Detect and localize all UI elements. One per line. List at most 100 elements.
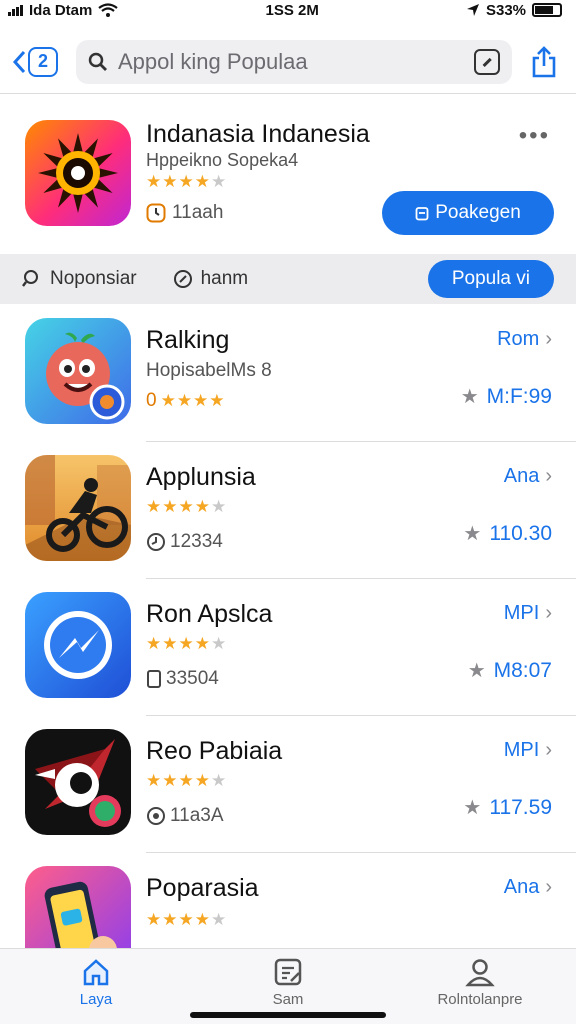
- app-link-label: Rom: [497, 328, 540, 350]
- app-link-label: MPI: [503, 602, 540, 624]
- app-link[interactable]: Ana ›: [504, 465, 552, 488]
- status-left: Ida Dtam: [8, 1, 119, 19]
- app-price: ★ 117.59: [463, 795, 552, 820]
- app-meta-text: 12334: [170, 531, 223, 552]
- rating-stars: ★★★★★: [146, 910, 228, 929]
- filter-item-2-label: hanm: [200, 268, 249, 289]
- app-meta: 12334: [146, 531, 223, 553]
- search-icon: [88, 52, 107, 71]
- rating-stars: ★★★★: [160, 391, 226, 410]
- share-button[interactable]: [524, 42, 564, 82]
- app-icon-reo-pabiaia[interactable]: [25, 729, 131, 835]
- rating-stars: ★★★★★: [146, 497, 228, 516]
- scan-icon[interactable]: [474, 48, 500, 75]
- back-button[interactable]: 2: [12, 42, 64, 82]
- search-row: 2 Appol king Populaa: [0, 30, 576, 94]
- app-meta: 33504: [146, 668, 219, 690]
- clock-icon: [146, 203, 166, 223]
- list-item[interactable]: Applunsia ★★★★★ 12334 Ana › ★ 110.30: [0, 441, 576, 579]
- search-icon: [22, 270, 38, 287]
- app-link[interactable]: Ana ›: [504, 876, 552, 899]
- filter-item-1-label: Noponsiar: [50, 268, 137, 289]
- filter-item-2[interactable]: hanm: [173, 268, 249, 290]
- person-icon: [465, 959, 495, 987]
- app-link[interactable]: MPI ›: [504, 739, 552, 762]
- chevron-right-icon: ›: [545, 739, 552, 761]
- filter-bar: Noponsiar hanm Popula vi: [0, 254, 576, 304]
- app-link[interactable]: MPI ›: [504, 602, 552, 625]
- location-icon: [466, 4, 479, 16]
- app-subtitle: HopisabelMs 8: [146, 360, 272, 381]
- featured-app-title: Indanasia Indanesia: [146, 120, 370, 148]
- app-price-value: M8:07: [493, 658, 552, 682]
- rating-stars: ★★★★★: [146, 771, 228, 790]
- app-price-value: 117.59: [489, 795, 552, 819]
- wifi-icon: [98, 3, 119, 17]
- bag-icon: [415, 207, 429, 221]
- featured-rating-stars: ★★★★★: [146, 172, 228, 191]
- star-icon: ★: [463, 797, 482, 819]
- chevron-right-icon: ›: [545, 876, 552, 898]
- app-meta: 11a3A: [146, 805, 224, 827]
- more-options-button[interactable]: •••: [519, 122, 550, 150]
- app-meta-text: 33504: [166, 668, 219, 689]
- clock-icon: [147, 533, 165, 551]
- app-link-label: Ana: [503, 876, 540, 898]
- featured-app-icon[interactable]: [25, 120, 131, 226]
- chevron-right-icon: ›: [545, 465, 552, 487]
- tab-label: Laya: [79, 991, 113, 1008]
- featured-get-button[interactable]: Poakegen: [382, 191, 554, 235]
- app-name: Ron Apslca: [146, 600, 273, 628]
- list-item[interactable]: Ralking HopisabelMs 8 0 ★★★★ Rom › ★ M:F:9…: [0, 304, 576, 442]
- app-link[interactable]: Rom ›: [497, 328, 552, 351]
- app-meta-text: 0: [146, 390, 157, 411]
- status-bar: Ida Dtam 1SS 2M S33%: [0, 0, 576, 20]
- target-icon: [147, 807, 165, 825]
- tab-label: Rolntolanpre: [437, 991, 523, 1008]
- app-link-label: Ana: [503, 465, 540, 487]
- app-price-value: M:F:99: [486, 384, 552, 408]
- star-icon: ★: [467, 660, 486, 682]
- app-price: ★ M8:07: [468, 658, 552, 683]
- app-link-label: MPI: [503, 739, 540, 761]
- status-time: 1SS 2M: [265, 1, 319, 19]
- edit-icon: [274, 958, 302, 986]
- app-name: Reo Pabiaia: [146, 737, 283, 765]
- featured-get-label: Poakegen: [435, 202, 521, 223]
- chevron-left-icon: [12, 50, 26, 73]
- app-icon-ron-apslca[interactable]: [25, 592, 131, 698]
- app-meta: 0 ★★★★: [146, 390, 226, 412]
- status-right: S33%: [466, 2, 562, 19]
- app-name: Applunsia: [146, 463, 256, 491]
- filter-popular-pill[interactable]: Popula vi: [427, 260, 554, 298]
- featured-app-subtitle: Hppeikno Sopeka4: [146, 150, 299, 170]
- battery-percent: S33%: [485, 1, 526, 19]
- featured-meta: 11aah: [146, 202, 223, 224]
- search-input[interactable]: Appol king Populaa: [76, 39, 512, 84]
- chevron-right-icon: ›: [545, 328, 552, 350]
- back-count: 2: [28, 46, 58, 77]
- star-icon: ★: [460, 386, 479, 408]
- app-price: ★ 110.30: [463, 521, 552, 546]
- list-item[interactable]: Reo Pabiaia ★★★★★ 11a3A MPI › ★ 117.59: [0, 715, 576, 853]
- share-icon: [532, 45, 556, 77]
- battery-icon: [532, 3, 562, 17]
- signal-icon: [8, 4, 23, 16]
- featured-meta-text: 11aah: [172, 202, 224, 223]
- search-query: Appol king Populaa: [118, 48, 308, 74]
- compass-icon: [173, 270, 192, 288]
- home-indicator[interactable]: [190, 1012, 386, 1018]
- tab-rolntolanpre[interactable]: Rolntolanpre: [384, 949, 576, 1024]
- app-price: ★ M:F:99: [461, 384, 552, 409]
- list-item[interactable]: Ron Apslca ★★★★★ 33504 MPI › ★ M8:07: [0, 578, 576, 716]
- filter-item-1[interactable]: Noponsiar: [22, 268, 137, 290]
- tab-label: Sam: [272, 991, 304, 1008]
- app-icon-applunsia[interactable]: [25, 455, 131, 561]
- carrier-label: Ida Dtam: [29, 1, 93, 19]
- star-icon: ★: [463, 523, 482, 545]
- tab-laya[interactable]: Laya: [0, 949, 192, 1024]
- app-meta-text: 11a3A: [170, 805, 224, 826]
- featured-app-card[interactable]: Indanasia Indanesia Hppeikno Sopeka4 ★★★…: [0, 96, 576, 252]
- app-name: Poparasia: [146, 874, 259, 902]
- app-icon-ralking[interactable]: [25, 318, 131, 424]
